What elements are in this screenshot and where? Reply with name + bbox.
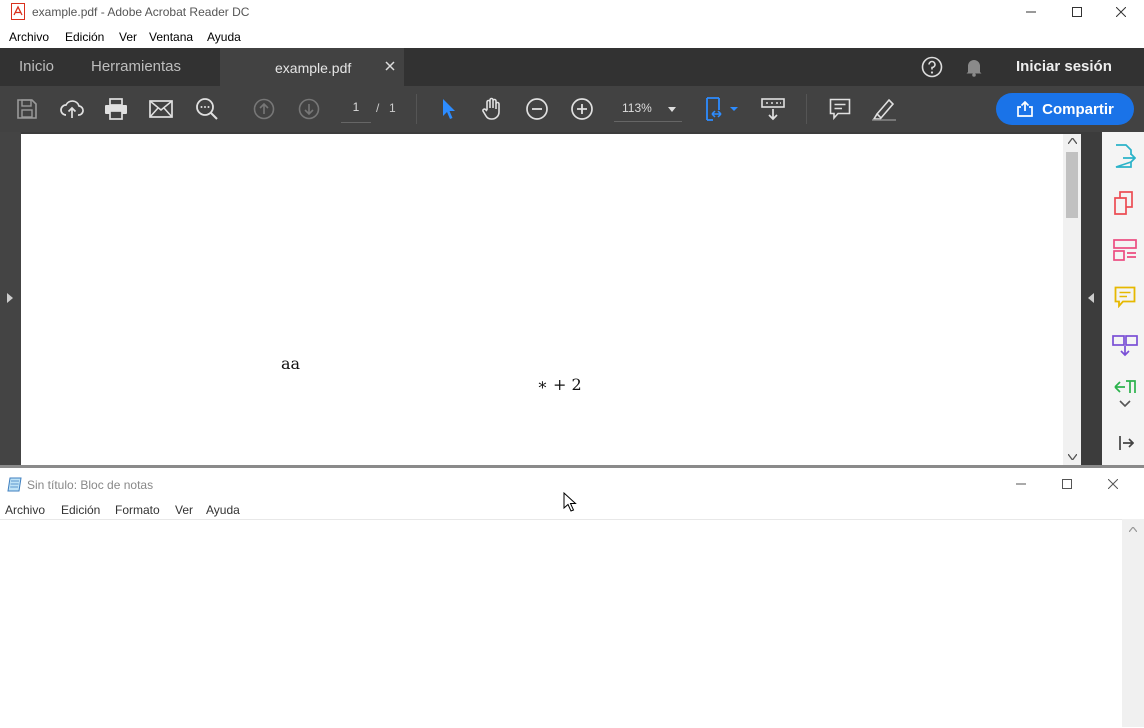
window-title: Sin título: Bloc de notas bbox=[27, 478, 154, 492]
document-scrollbar[interactable] bbox=[1063, 134, 1081, 466]
zoom-dropdown[interactable]: 113% bbox=[614, 99, 682, 122]
maximize-button[interactable] bbox=[1054, 0, 1100, 24]
menu-ayuda[interactable]: Ayuda bbox=[206, 503, 240, 517]
tools-panel bbox=[1102, 132, 1144, 466]
page-fit-icon[interactable] bbox=[703, 96, 741, 122]
chevron-down-icon[interactable] bbox=[1119, 400, 1131, 408]
acrobat-menubar: Archivo Edición Ver Ventana Ayuda bbox=[0, 28, 1144, 46]
save-icon[interactable] bbox=[14, 96, 40, 122]
acrobat-toolbar: 1 / 1 113% Compartir bbox=[0, 86, 1144, 132]
tab-home[interactable]: Inicio bbox=[19, 58, 54, 75]
upload-cloud-icon[interactable] bbox=[59, 96, 85, 122]
zoom-out-icon[interactable] bbox=[524, 96, 550, 122]
tab-document[interactable]: example.pdf bbox=[220, 48, 404, 86]
close-tab-icon[interactable] bbox=[385, 61, 395, 71]
close-button[interactable] bbox=[1090, 472, 1136, 496]
tab-document-label: example.pdf bbox=[275, 60, 352, 76]
next-page-icon[interactable] bbox=[296, 96, 322, 122]
pdf-page: aa ∗ + 2 bbox=[21, 134, 1063, 466]
menu-ayuda[interactable]: Ayuda bbox=[207, 30, 241, 44]
document-text-aa: aa bbox=[281, 354, 301, 373]
scroll-down-icon bbox=[1068, 454, 1077, 460]
left-panel-toggle[interactable] bbox=[0, 132, 21, 466]
share-icon bbox=[1016, 101, 1034, 117]
zoom-in-icon[interactable] bbox=[569, 96, 595, 122]
bell-icon[interactable] bbox=[964, 57, 984, 77]
right-panel-toggle[interactable] bbox=[1081, 132, 1102, 466]
share-button[interactable]: Compartir bbox=[996, 93, 1134, 125]
notepad-text-area[interactable] bbox=[0, 519, 1122, 728]
search-icon[interactable] bbox=[194, 96, 220, 122]
share-label: Compartir bbox=[1042, 100, 1114, 118]
page-number-input[interactable]: 1 bbox=[341, 100, 371, 123]
scroll-up-icon bbox=[1129, 527, 1137, 532]
acrobat-window: example.pdf - Adobe Acrobat Reader DC Ar… bbox=[0, 0, 1144, 466]
minimize-button[interactable] bbox=[998, 472, 1044, 496]
collapse-panel-icon[interactable] bbox=[1118, 435, 1134, 451]
menu-ventana[interactable]: Ventana bbox=[149, 30, 193, 44]
combine-files-icon[interactable] bbox=[1112, 333, 1138, 357]
minimize-button[interactable] bbox=[1008, 0, 1054, 24]
notepad-scrollbar[interactable] bbox=[1122, 519, 1144, 727]
scroll-mode-icon[interactable] bbox=[760, 96, 786, 122]
zoom-value: 113% bbox=[622, 101, 652, 115]
print-icon[interactable] bbox=[103, 96, 129, 122]
scrollbar-thumb[interactable] bbox=[1066, 152, 1078, 218]
toolbar-divider bbox=[416, 94, 417, 124]
notepad-app-icon bbox=[7, 476, 22, 492]
menu-ver[interactable]: Ver bbox=[175, 503, 193, 517]
tab-tools[interactable]: Herramientas bbox=[91, 58, 181, 75]
pdf-app-icon bbox=[11, 3, 25, 20]
menu-archivo[interactable]: Archivo bbox=[5, 503, 45, 517]
notepad-window: Sin título: Bloc de notas Archivo Edició… bbox=[0, 468, 1144, 728]
menu-edicion[interactable]: Edición bbox=[61, 503, 100, 517]
previous-page-icon[interactable] bbox=[251, 96, 277, 122]
comment-icon[interactable] bbox=[827, 96, 853, 122]
email-icon[interactable] bbox=[148, 96, 174, 122]
acrobat-tabbar: Inicio Herramientas example.pdf Iniciar … bbox=[0, 48, 1144, 86]
scroll-up-icon bbox=[1068, 138, 1077, 144]
mouse-cursor-icon bbox=[563, 492, 577, 512]
menu-formato[interactable]: Formato bbox=[115, 503, 160, 517]
highlight-pen-icon[interactable] bbox=[871, 96, 897, 122]
organize-pages-icon[interactable] bbox=[1113, 379, 1137, 395]
acrobat-titlebar: example.pdf - Adobe Acrobat Reader DC bbox=[0, 0, 1144, 24]
sign-in-link[interactable]: Iniciar sesión bbox=[1016, 58, 1112, 75]
document-text-formula: ∗ + 2 bbox=[537, 375, 582, 394]
hand-tool-icon[interactable] bbox=[479, 96, 505, 122]
select-cursor-icon[interactable] bbox=[435, 96, 461, 122]
window-title: example.pdf - Adobe Acrobat Reader DC bbox=[32, 5, 250, 19]
comment-tool-icon[interactable] bbox=[1114, 286, 1136, 308]
chevron-down-icon bbox=[668, 107, 676, 112]
create-pdf-icon[interactable] bbox=[1113, 191, 1135, 215]
edit-pdf-icon[interactable] bbox=[1113, 238, 1137, 262]
page-separator: / bbox=[376, 101, 380, 115]
help-icon[interactable] bbox=[921, 56, 943, 78]
maximize-button[interactable] bbox=[1044, 472, 1090, 496]
menu-archivo[interactable]: Archivo bbox=[9, 30, 49, 44]
toolbar-divider bbox=[806, 94, 807, 124]
page-total: 1 bbox=[389, 101, 396, 115]
close-button[interactable] bbox=[1098, 0, 1144, 24]
menu-edicion[interactable]: Edición bbox=[65, 30, 104, 44]
menu-ver[interactable]: Ver bbox=[119, 30, 137, 44]
export-pdf-icon[interactable] bbox=[1114, 144, 1136, 168]
